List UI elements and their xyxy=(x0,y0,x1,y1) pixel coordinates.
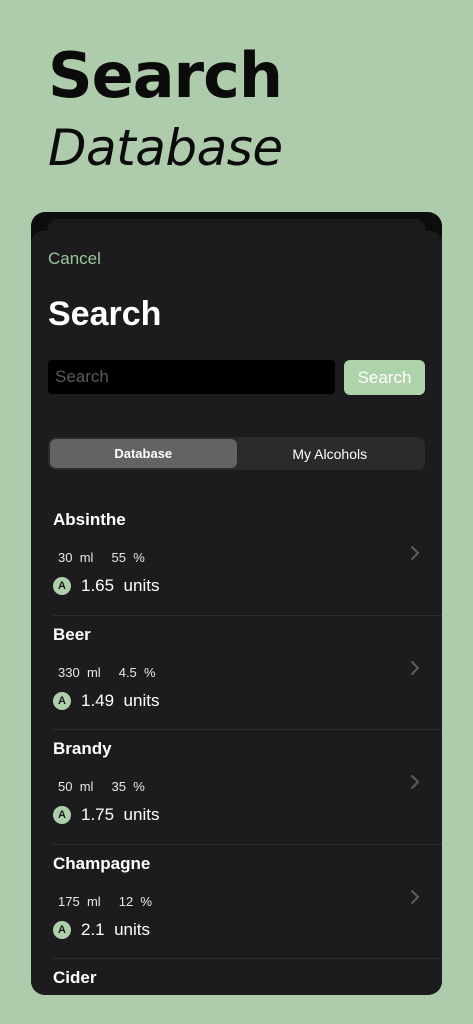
item-units: A 1.75 units xyxy=(53,805,159,825)
source-segmented-control: Database My Alcohols xyxy=(48,437,425,470)
item-volume-unit: ml xyxy=(86,664,101,680)
item-units-text: 1.75 units xyxy=(81,805,159,825)
item-volume-abv: 30 ml 55 % xyxy=(58,550,145,565)
item-units: A 1.65 units xyxy=(53,576,159,596)
sheet-title: Search xyxy=(48,295,162,333)
chevron-right-icon xyxy=(411,660,419,675)
item-units-label: units xyxy=(123,805,160,824)
alcohol-badge-icon: A xyxy=(53,577,71,595)
item-abv: 35 xyxy=(111,779,126,794)
item-units-label: units xyxy=(123,576,160,595)
list-item[interactable]: Champagne 175 ml 12 % A 2.1 units xyxy=(31,845,442,960)
phone-screen: Cancel Search Search Database My Alcohol… xyxy=(31,212,442,995)
item-units-label: units xyxy=(123,690,160,710)
item-volume-abv: 50 ml 35 % xyxy=(58,779,145,794)
item-abv-unit: % xyxy=(133,550,145,565)
item-abv-unit: % xyxy=(140,893,152,909)
item-volume-abv: 330 ml 4.5 % xyxy=(58,665,156,680)
item-units-value: 1.75 xyxy=(81,805,115,824)
segment-my-alcohols[interactable]: My Alcohols xyxy=(237,439,424,468)
chevron-right-icon xyxy=(411,775,419,789)
item-volume-unit: ml xyxy=(79,779,94,794)
item-name: Absinthe xyxy=(53,510,126,529)
hero-subtitle: Database xyxy=(48,119,283,177)
cancel-button[interactable]: Cancel xyxy=(48,249,101,269)
alcohol-badge-icon: A xyxy=(53,920,71,939)
item-name: Beer xyxy=(53,624,91,644)
item-units-text: 1.49 units xyxy=(81,691,159,711)
chevron-right-icon xyxy=(411,889,419,904)
item-volume: 175 xyxy=(58,893,80,909)
item-volume-unit: ml xyxy=(86,893,101,909)
item-units: A 2.1 units xyxy=(53,920,150,940)
item-volume: 330 xyxy=(58,664,80,680)
item-name: Brandy xyxy=(53,739,112,758)
item-abv-unit: % xyxy=(133,779,145,794)
search-input[interactable] xyxy=(48,360,335,394)
chevron-right-icon xyxy=(411,546,419,560)
item-units-value: 1.49 xyxy=(81,690,115,710)
item-units: A 1.49 units xyxy=(53,691,159,711)
item-units-value: 1.65 xyxy=(81,576,115,595)
item-abv: 12 xyxy=(118,893,134,909)
item-abv-unit: % xyxy=(144,664,156,680)
list-item[interactable]: Cider xyxy=(31,959,442,995)
item-volume: 50 xyxy=(58,779,73,794)
alcohol-badge-icon: A xyxy=(53,806,71,824)
alcohol-badge-icon: A xyxy=(53,691,71,710)
segment-database[interactable]: Database xyxy=(50,439,237,468)
item-abv: 55 xyxy=(111,550,126,565)
item-units-text: 2.1 units xyxy=(81,920,150,940)
item-units-label: units xyxy=(114,919,151,939)
item-name: Champagne xyxy=(53,853,151,873)
item-name: Cider xyxy=(53,968,97,987)
list-item[interactable]: Absinthe 30 ml 55 % A 1.65 units xyxy=(31,501,442,616)
hero-title: Search xyxy=(48,39,283,112)
item-volume: 30 xyxy=(58,550,73,565)
alcohol-list: Absinthe 30 ml 55 % A 1.65 units Beer 33… xyxy=(31,501,442,995)
list-item[interactable]: Beer 330 ml 4.5 % A 1.49 units xyxy=(31,616,442,731)
item-abv: 4.5 xyxy=(118,664,137,680)
list-item[interactable]: Brandy 50 ml 35 % A 1.75 units xyxy=(31,730,442,845)
item-volume-abv: 175 ml 12 % xyxy=(58,894,152,909)
search-button[interactable]: Search xyxy=(344,360,425,395)
item-units-value: 2.1 xyxy=(81,919,105,939)
search-sheet: Cancel Search Search Database My Alcohol… xyxy=(31,231,442,995)
item-volume-unit: ml xyxy=(79,550,94,565)
item-units-text: 1.65 units xyxy=(81,576,159,596)
